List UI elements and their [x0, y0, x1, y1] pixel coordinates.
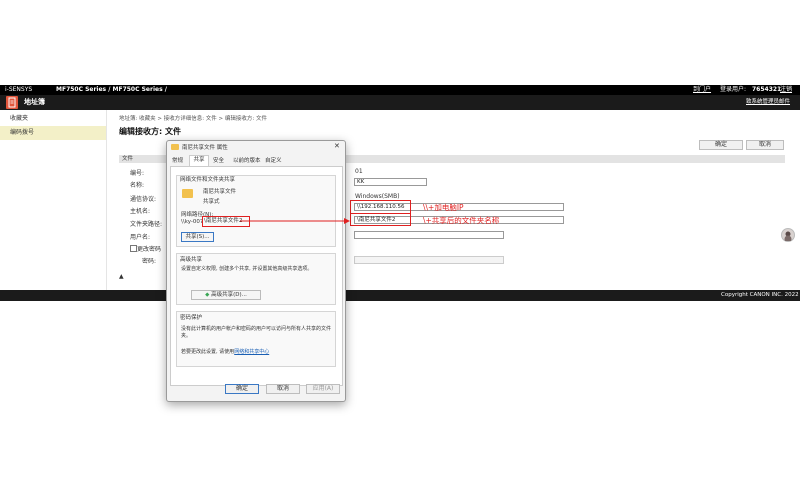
arrow-head-icon [344, 218, 350, 224]
annotation-arrow [240, 218, 350, 224]
